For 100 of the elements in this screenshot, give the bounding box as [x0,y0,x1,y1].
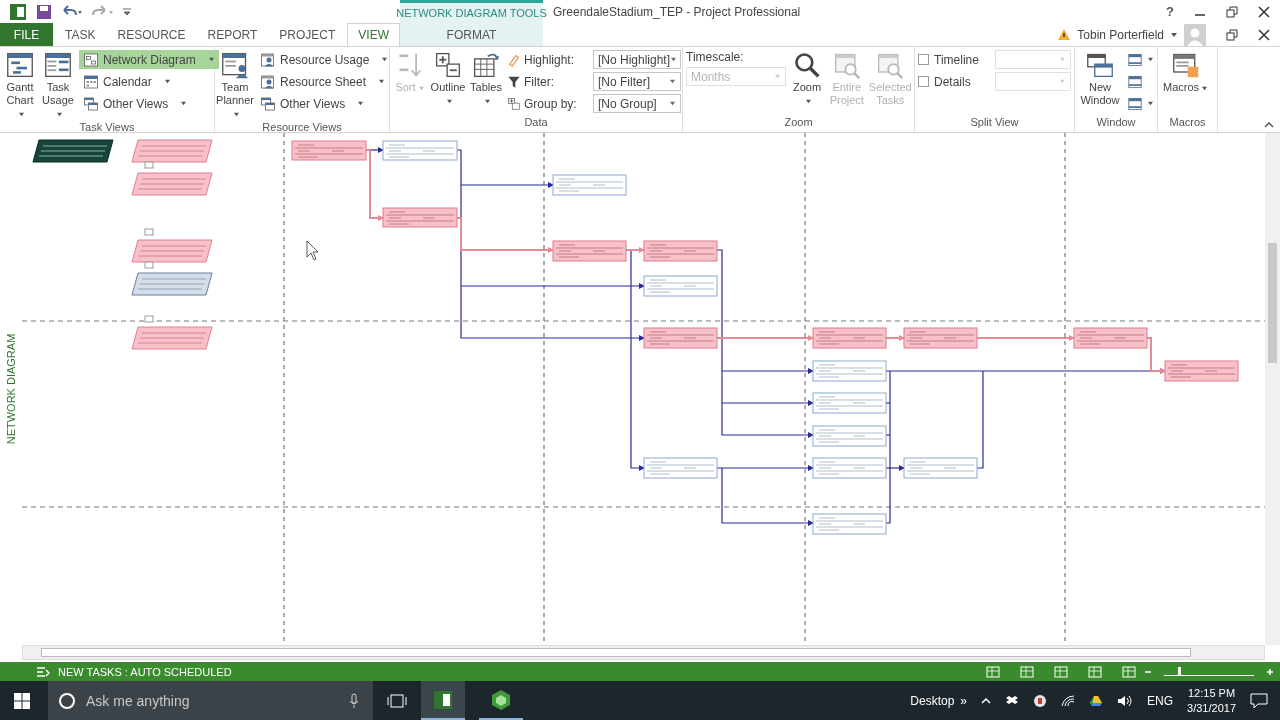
dropdown-field[interactable] [995,72,1071,91]
view-button[interactable]: Other Views [256,94,393,113]
task-node[interactable] [812,425,887,447]
taskbar-app[interactable] [421,681,465,720]
view-button[interactable]: Resource Usage [256,50,393,69]
summary-task-node[interactable] [131,139,213,163]
task-node[interactable] [643,457,718,479]
view-button[interactable]: Resource Sheet [256,72,393,91]
summary-task-node[interactable] [131,272,213,296]
task-node[interactable] [812,392,887,414]
zoom-slider[interactable] [1164,667,1254,676]
checkbox[interactable] [918,54,929,65]
task-node[interactable] [643,275,718,297]
ribbon-button[interactable]: Outline [431,50,465,108]
ribbon-button[interactable]: Tables [469,50,503,108]
taskbar-search[interactable]: Ask me anything [48,681,373,720]
dropdown-field[interactable]: [No Group] [593,94,681,113]
critical-task-node[interactable] [643,240,718,262]
shield-icon[interactable] [1033,693,1048,708]
checkbox[interactable] [918,76,929,87]
plus-icon[interactable] [1266,667,1274,676]
ribbon-button[interactable]: New Window [1078,50,1122,108]
windows-logo-icon[interactable] [14,692,30,709]
ribbon-tab[interactable]: REPORT [197,23,268,46]
ribbon-button[interactable]: Gantt Chart [3,50,37,121]
horizontal-scrollbar[interactable] [22,645,1265,660]
wifi-icon[interactable] [1061,694,1076,707]
collapse-toggle[interactable] [144,228,154,236]
ribbon-tab[interactable]: FORMAT [400,23,543,46]
clock-time[interactable]: 12:15 PM [1188,685,1236,701]
dropdown-field[interactable]: [No Filter] [593,72,681,91]
view-shortcut-icon[interactable] [1020,665,1034,678]
close-icon[interactable] [1258,28,1270,41]
task-node[interactable] [812,513,887,535]
critical-task-node[interactable] [1164,360,1239,382]
critical-task-node[interactable] [291,140,367,161]
restore-icon[interactable] [1226,5,1238,18]
ribbon-tab[interactable]: PROJECT [269,23,346,46]
restore-icon[interactable] [1226,28,1238,41]
vertical-scrollbar[interactable] [1265,133,1280,645]
ribbon-button[interactable]: Task Usage [41,50,75,121]
save-icon[interactable] [36,3,52,20]
ribbon-tab[interactable]: TASK [55,23,106,46]
ribbon-tab[interactable]: VIEW [347,23,400,46]
dropdown-field[interactable] [995,50,1071,69]
view-shortcut-icon[interactable] [1088,665,1102,678]
task-node[interactable] [903,457,978,479]
account-button[interactable]: Tobin Porterfield [1077,27,1164,42]
customize-icon[interactable] [123,7,131,16]
collapse-toggle[interactable] [144,161,154,169]
task-node[interactable] [382,140,458,161]
summary-task-node[interactable] [131,172,213,196]
caret-icon [163,79,171,84]
language-indicator[interactable]: ENG [1147,693,1174,708]
avatar-icon[interactable] [1184,23,1206,46]
clock-date[interactable]: 3/31/2017 [1187,700,1236,716]
critical-task-node[interactable] [643,327,718,349]
view-shortcut-icon[interactable] [986,665,1000,678]
summary-task-node[interactable] [131,239,213,263]
ribbon-tab[interactable]: FILE [0,23,54,46]
speaker-icon[interactable] [1117,694,1134,707]
checkbox-label[interactable]: Details [934,74,984,89]
summary-task-node[interactable] [131,326,213,350]
overflow-chevron[interactable]: » [960,693,968,708]
help-button[interactable]: ? [1166,4,1174,19]
critical-dependency-arrow [885,335,905,341]
task-view-icon[interactable] [387,692,407,709]
critical-task-node[interactable] [903,327,978,349]
close-icon[interactable] [1258,5,1270,18]
box-icon[interactable] [1005,694,1020,707]
task-node[interactable] [552,174,627,196]
microphone-icon[interactable] [349,692,359,709]
project-app-icon [433,689,453,710]
dropdown-field[interactable]: [No Highlight] [593,50,681,69]
view-button[interactable]: Network Diagram [79,50,219,69]
chevron-up-icon[interactable] [981,697,992,704]
search-field[interactable]: Ask me anything [84,691,341,710]
view-shortcut-icon[interactable] [1122,665,1136,678]
collapse-toggle[interactable] [144,315,154,323]
critical-task-node[interactable] [812,327,887,349]
critical-task-node[interactable] [1073,327,1148,349]
critical-task-node[interactable] [382,207,458,228]
view-button[interactable]: Calendar [79,72,219,91]
ribbon-button[interactable]: Team Planner [218,50,252,121]
status-text[interactable]: NEW TASKS : AUTO SCHEDULED [58,665,232,678]
toolbar-label[interactable]: Desktop [910,693,955,708]
ribbon-button[interactable]: Zoom [790,50,824,108]
collapse-toggle[interactable] [144,261,154,269]
summary-task-node[interactable] [32,139,114,163]
critical-task-node[interactable] [552,240,627,262]
checkbox-label[interactable]: Timeline [934,52,984,67]
ribbon-tab[interactable]: RESOURCE [107,23,196,46]
view-shortcut-icon[interactable] [1054,665,1068,678]
collapse-ribbon-icon[interactable] [1264,121,1274,128]
notification-icon[interactable] [1250,692,1268,709]
ribbon-button[interactable]: Macros [1161,50,1211,95]
slider-thumb[interactable] [1177,667,1181,676]
drive-icon[interactable] [1089,694,1104,707]
task-node[interactable] [812,457,887,479]
task-node[interactable] [812,360,887,382]
